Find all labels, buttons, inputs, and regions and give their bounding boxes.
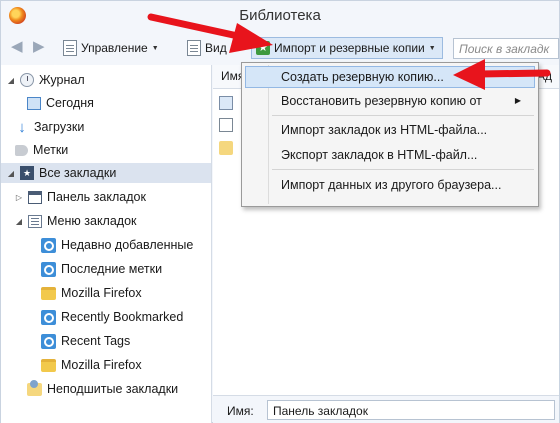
tree-item-bookmarks-menu[interactable]: ◢ Меню закладок — [15, 211, 137, 231]
smart-folder-icon — [41, 309, 56, 325]
import-backup-button[interactable]: ★ Импорт и резервные копии ▼ — [251, 37, 443, 59]
list-view-icon — [187, 40, 201, 56]
menu-item-label: Восстановить резервную копию от — [281, 94, 482, 108]
tree-item-label: Панель закладок — [47, 190, 146, 204]
menu-item-create-backup[interactable]: Создать резервную копию... — [245, 66, 535, 88]
menu-separator — [272, 169, 534, 170]
manage-button-label: Управление — [81, 41, 148, 55]
tree-item-mozilla-firefox-2[interactable]: Mozilla Firefox — [41, 355, 142, 375]
tree-item-label: Меню закладок — [47, 214, 137, 228]
bookmarks-menu-icon — [28, 214, 42, 228]
unsorted-bookmarks-icon[interactable] — [219, 141, 233, 155]
clock-icon — [20, 73, 34, 87]
menu-item-label: Экспорт закладок в HTML-файл... — [281, 148, 478, 162]
tree-item-mozilla-firefox[interactable]: Mozilla Firefox — [41, 283, 142, 303]
smart-folder-icon — [41, 237, 56, 253]
forward-arrow-icon[interactable]: ▶ — [33, 39, 45, 55]
menu-item-import-html[interactable]: Импорт закладок из HTML-файла... — [245, 119, 535, 141]
expand-triangle-icon[interactable]: ▷ — [15, 193, 23, 202]
import-star-icon: ★ — [256, 41, 270, 55]
tree-item-label: Recent Tags — [61, 334, 131, 348]
details-pane: Имя: Панель закладок — [213, 395, 559, 423]
toolbar-icon[interactable] — [219, 96, 233, 110]
smart-folder-icon — [41, 333, 56, 349]
tree-item-label: Загрузки — [34, 120, 85, 134]
menu-item-import-other-browser[interactable]: Импорт данных из другого браузера... — [245, 174, 535, 196]
search-input[interactable]: Поиск в закладк — [453, 38, 559, 59]
tree-item-label: Метки — [33, 143, 69, 157]
tree-item-label: Недавно добавленные — [61, 238, 194, 252]
tree-item-bookmarks-toolbar[interactable]: ▷ Панель закладок — [15, 187, 146, 207]
bookmarks-menu-icon[interactable] — [219, 118, 233, 132]
menu-item-restore-backup[interactable]: Восстановить резервную копию от ▶ — [245, 90, 535, 112]
unsorted-bookmarks-icon — [27, 379, 42, 396]
collapse-triangle-icon[interactable]: ◢ — [7, 76, 15, 85]
calendar-icon — [27, 96, 41, 110]
tree-item-tags[interactable]: Метки — [15, 140, 68, 160]
menu-item-label: Создать резервную копию... — [281, 70, 444, 84]
window-title: Библиотека — [239, 7, 321, 24]
tree-item-label: Журнал — [39, 73, 85, 87]
library-tree: ◢ Журнал Сегодня ↓ Загрузки Метки ◢ ★ Вс… — [1, 65, 212, 423]
back-arrow-icon[interactable]: ◀ — [11, 39, 23, 55]
submenu-arrow-icon: ▶ — [514, 96, 521, 105]
name-label: Имя: — [227, 404, 254, 418]
library-window: Библиотека ◀ ▶ Управление ▼ Вид ▼ ★ Импо… — [0, 0, 560, 423]
import-backup-label: Импорт и резервные копии — [274, 41, 425, 55]
view-button-label: Вид — [205, 41, 227, 55]
menu-item-label: Импорт закладок из HTML-файла... — [281, 123, 488, 137]
folder-icon — [41, 358, 56, 372]
menu-item-label: Импорт данных из другого браузера... — [281, 178, 502, 192]
tree-item-label: Неподшитые закладки — [47, 382, 179, 396]
chevron-down-icon: ▼ — [151, 44, 159, 52]
title-bar: Библиотека — [1, 1, 559, 31]
chevron-down-icon: ▼ — [428, 44, 436, 52]
smart-folder-icon — [41, 261, 56, 277]
tree-item-recent-tags-ru[interactable]: Последние метки — [41, 259, 162, 279]
collapse-triangle-icon[interactable]: ◢ — [15, 217, 23, 226]
tree-item-recently-bookmarked[interactable]: Recently Bookmarked — [41, 307, 183, 327]
tree-item-label: Сегодня — [46, 96, 94, 110]
tree-item-label: Последние метки — [61, 262, 163, 276]
collapse-triangle-icon[interactable]: ◢ — [7, 169, 15, 178]
menu-item-export-html[interactable]: Экспорт закладок в HTML-файл... — [245, 144, 535, 166]
menu-separator — [272, 115, 534, 116]
folder-icon — [41, 286, 56, 300]
tag-icon — [15, 144, 28, 156]
tree-item-label: Mozilla Firefox — [61, 358, 142, 372]
tree-item-label: Mozilla Firefox — [61, 286, 142, 300]
tree-item-label: Все закладки — [39, 166, 117, 180]
manage-button[interactable]: Управление ▼ — [63, 37, 159, 59]
download-arrow-icon: ↓ — [18, 118, 26, 136]
tree-item-recent-tags[interactable]: Recent Tags — [41, 331, 130, 351]
tree-item-recently-added[interactable]: Недавно добавленные — [41, 235, 193, 255]
view-button[interactable]: Вид ▼ — [187, 37, 238, 59]
all-bookmarks-star-icon: ★ — [20, 166, 34, 180]
toolbar-icon — [28, 190, 42, 204]
import-backup-dropdown: Создать резервную копию... Восстановить … — [241, 62, 539, 207]
chevron-down-icon: ▼ — [230, 44, 238, 52]
tree-item-today[interactable]: Сегодня — [27, 93, 94, 113]
tree-item-unsorted-bookmarks[interactable]: Неподшитые закладки — [27, 379, 178, 399]
toolbar: ◀ ▶ Управление ▼ Вид ▼ ★ Импорт и резерв… — [1, 34, 559, 62]
tree-item-label: Recently Bookmarked — [61, 310, 184, 324]
tree-item-history[interactable]: ◢ Журнал — [7, 70, 85, 90]
document-icon — [63, 40, 77, 56]
name-field[interactable]: Панель закладок — [267, 400, 555, 420]
tree-item-downloads[interactable]: ↓ Загрузки — [15, 117, 84, 137]
tree-item-all-bookmarks[interactable]: ◢ ★ Все закладки — [1, 163, 211, 183]
